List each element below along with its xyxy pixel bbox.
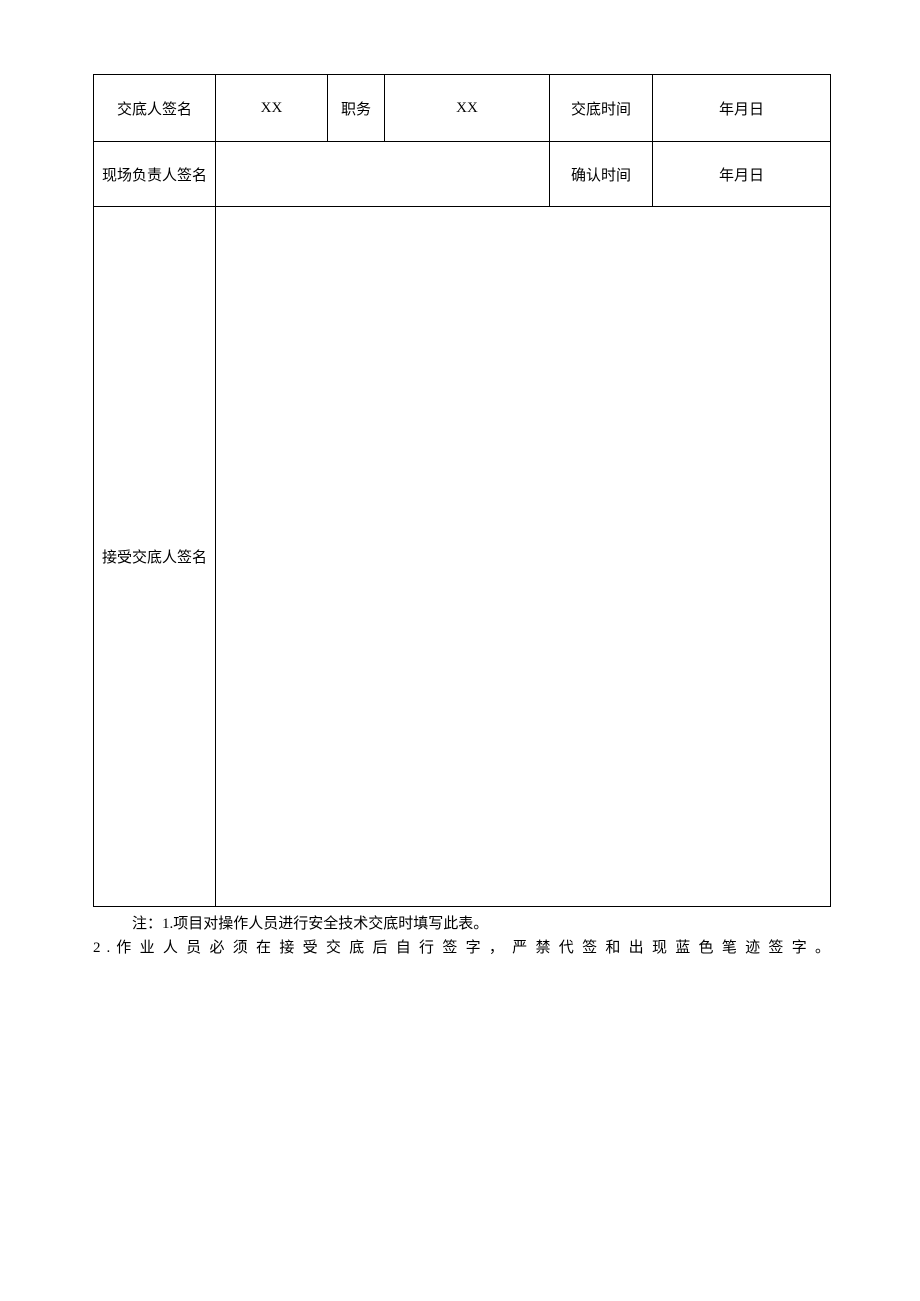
- cell-confirm-time-label: 确认时间: [550, 142, 653, 207]
- table-row: 交底人签名 XX 职务 XX 交底时间 年月日: [94, 75, 831, 142]
- cell-brief-time-label: 交底时间: [550, 75, 653, 142]
- cell-position-label: 职务: [328, 75, 385, 142]
- cell-briefer-sign-value: XX: [216, 75, 328, 142]
- cell-confirm-time-value: 年月日: [653, 142, 831, 207]
- signature-table-container: 交底人签名 XX 职务 XX 交底时间 年月日 现场负责人签名 确认时间 年月日…: [93, 74, 830, 907]
- cell-receiver-sign-label: 接受交底人签名: [94, 207, 216, 907]
- cell-position-value: XX: [385, 75, 550, 142]
- signature-table: 交底人签名 XX 职务 XX 交底时间 年月日 现场负责人签名 确认时间 年月日…: [93, 74, 831, 907]
- cell-brief-time-value: 年月日: [653, 75, 831, 142]
- note-line-2: 2 . 作 业 人 员 必 须 在 接 受 交 底 后 自 行 签 字 ， 严 …: [93, 936, 830, 960]
- notes-container: 注：1.项目对操作人员进行安全技术交底时填写此表。 2 . 作 业 人 员 必 …: [93, 912, 830, 960]
- table-row: 接受交底人签名: [94, 207, 831, 907]
- note-line-1: 注：1.项目对操作人员进行安全技术交底时填写此表。: [93, 912, 830, 936]
- cell-site-lead-sign-value: [216, 142, 550, 207]
- cell-receiver-sign-area: [216, 207, 831, 907]
- cell-briefer-sign-label: 交底人签名: [94, 75, 216, 142]
- table-row: 现场负责人签名 确认时间 年月日: [94, 142, 831, 207]
- cell-site-lead-sign-label: 现场负责人签名: [94, 142, 216, 207]
